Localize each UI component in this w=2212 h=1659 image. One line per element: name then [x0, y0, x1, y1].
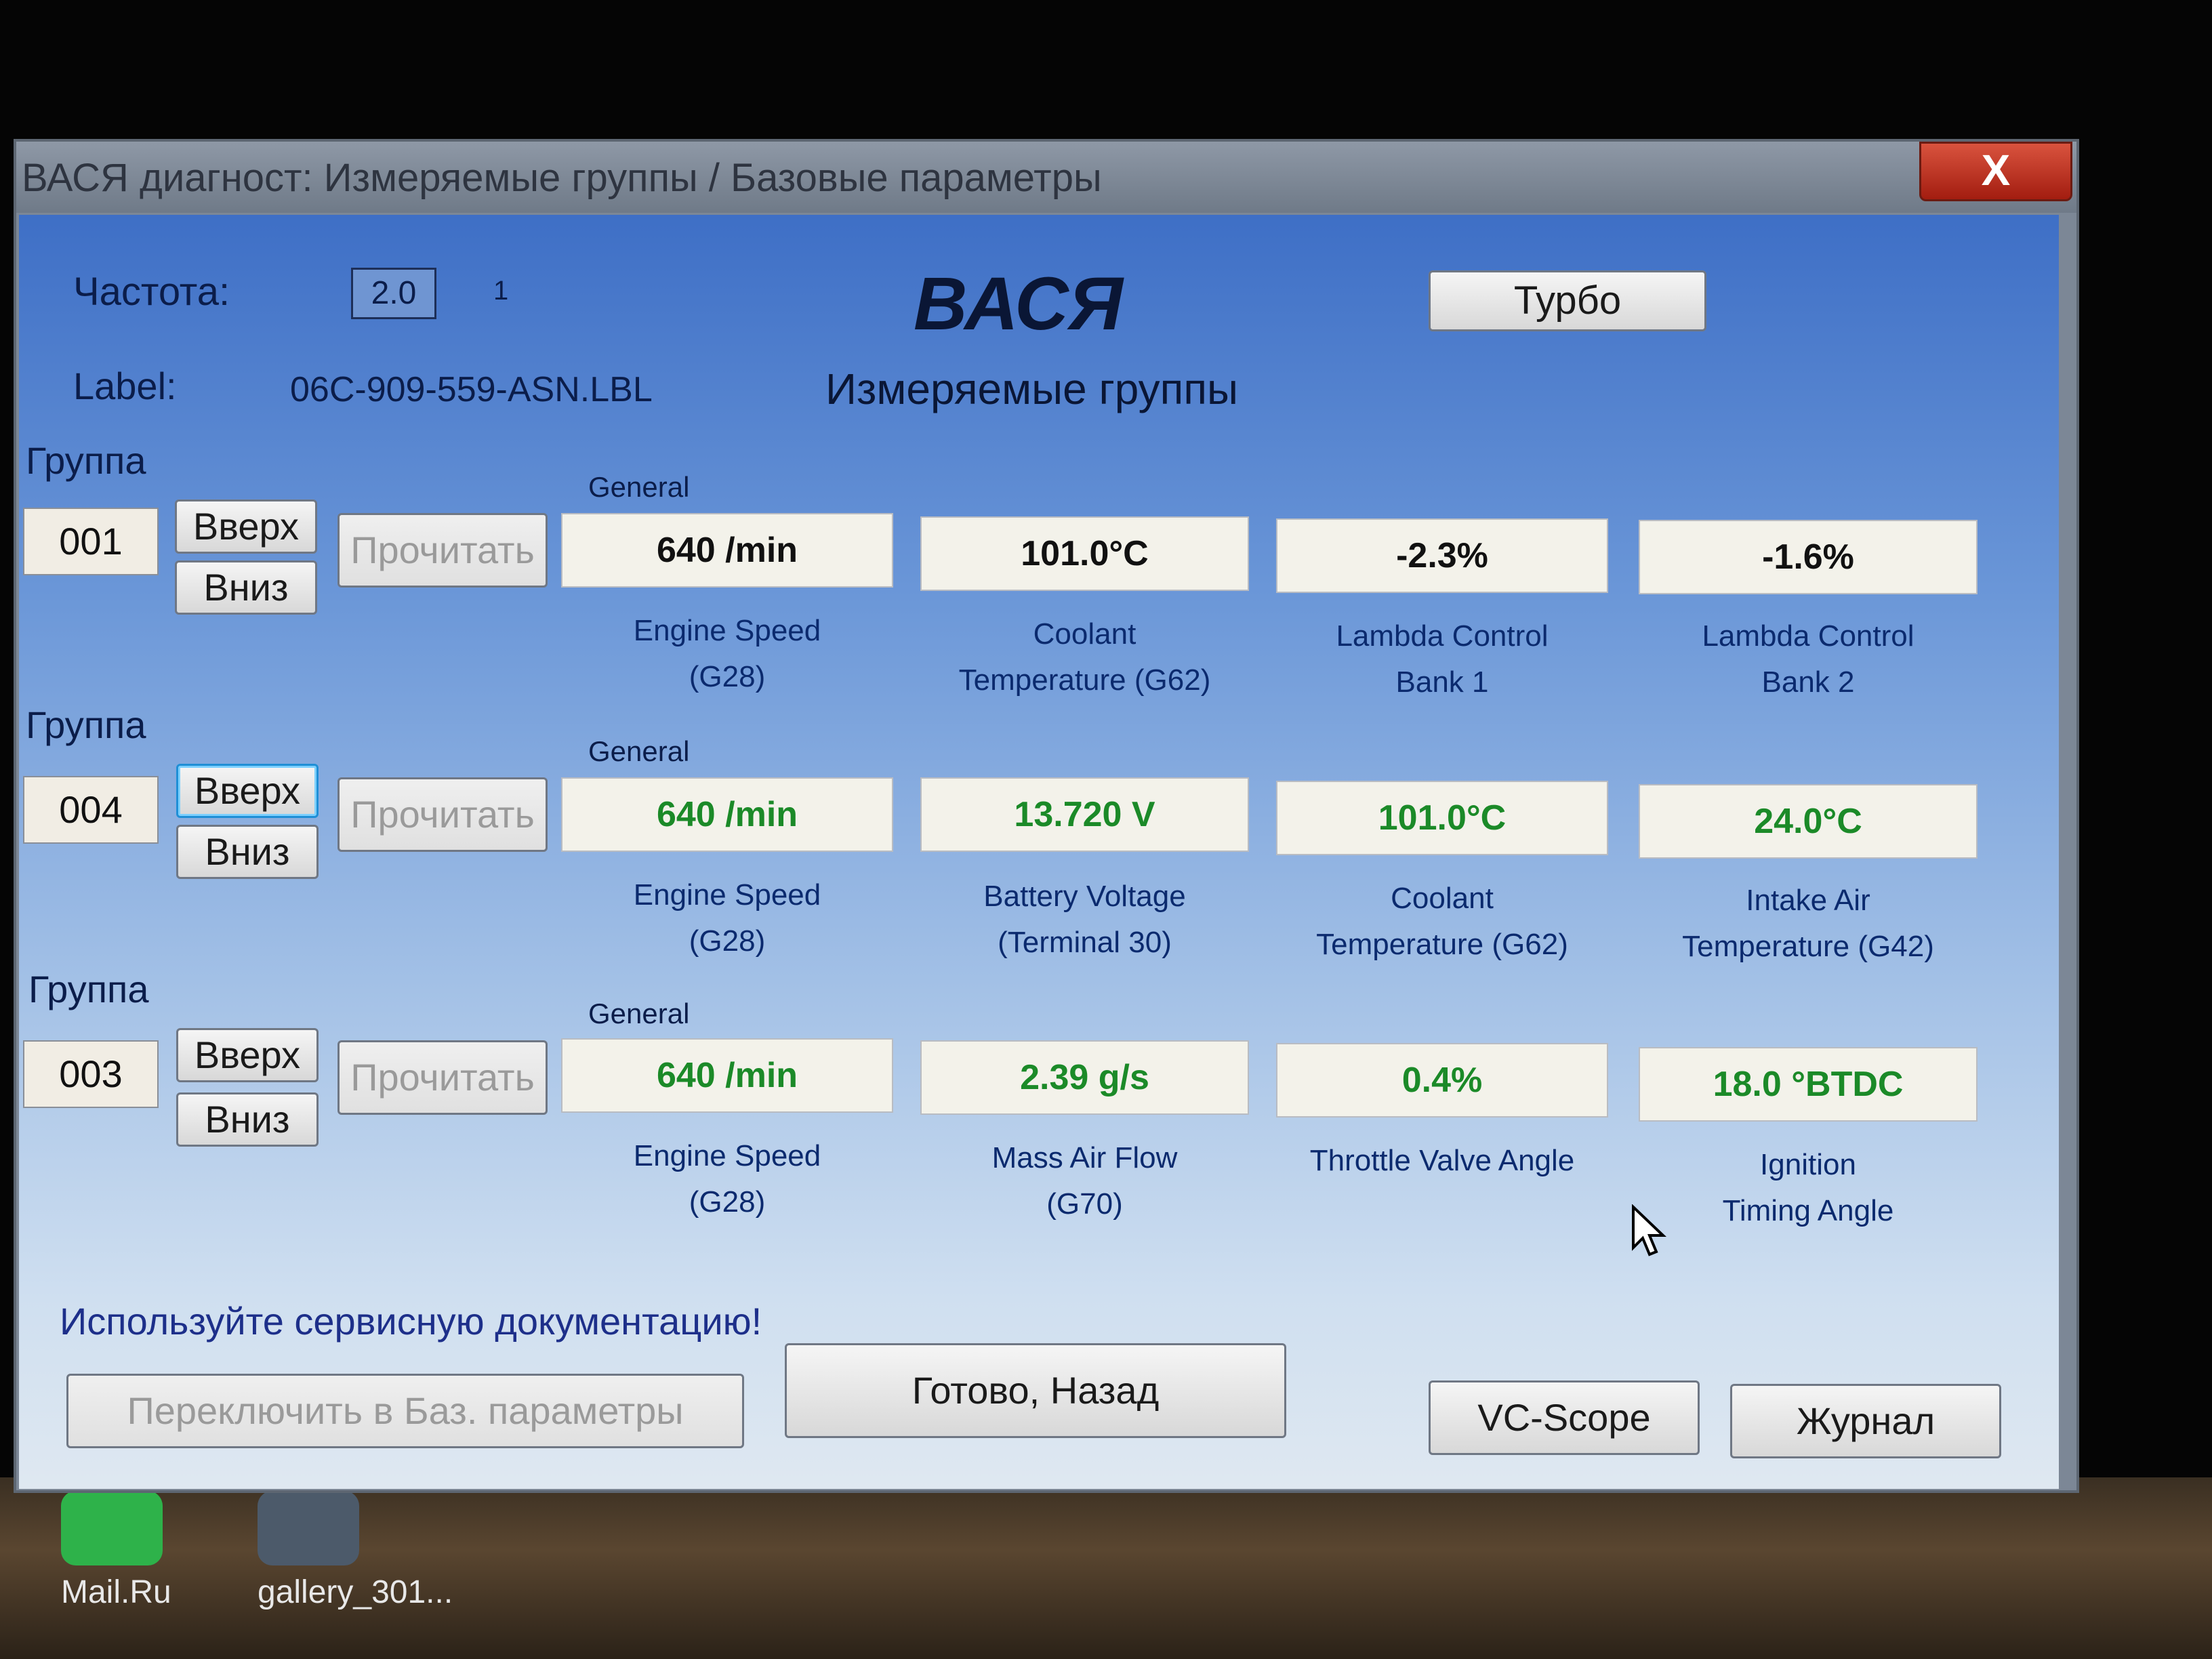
group-up-button[interactable]: Вверх: [176, 764, 319, 818]
measurement-value: 101.0°C: [920, 516, 1249, 591]
app-window: ВАСЯ диагност: Измеряемые группы / Базов…: [14, 139, 2079, 1493]
frequency-label: Частота:: [73, 270, 230, 314]
measurement-description: Ignition Timing Angle: [1722, 1148, 1894, 1227]
measurement-description: Lambda Control Bank 2: [1702, 619, 1914, 699]
label-key: Label:: [73, 365, 177, 407]
page-subtitle: Измеряемые группы: [825, 365, 1238, 413]
client-area: Частота: 2.0 1 Label: 06C-909-559-ASN.LB…: [19, 215, 2059, 1489]
desktop-icon-label: gallery_301...: [258, 1574, 453, 1610]
desktop-background: Mail.Ru gallery_301...: [0, 1477, 2212, 1659]
measurement-value: 24.0°C: [1639, 784, 1978, 859]
measurement-value: 640 /min: [561, 1038, 893, 1113]
switch-basic-params-button[interactable]: Переключить в Баз. параметры: [66, 1374, 744, 1448]
desktop-icon-label: Mail.Ru: [61, 1574, 171, 1610]
measurement-description: Coolant Temperature (G62): [1316, 882, 1568, 961]
done-back-button[interactable]: Готово, Назад: [785, 1343, 1286, 1438]
measurement-description: Battery Voltage (Terminal 30): [983, 880, 1186, 959]
group-down-button[interactable]: Вниз: [176, 825, 319, 879]
group-general-label: General: [588, 735, 690, 767]
journal-button[interactable]: Журнал: [1730, 1384, 2001, 1458]
measurement-description: Engine Speed (G28): [633, 614, 821, 693]
close-button[interactable]: X: [1919, 142, 2072, 201]
image-file-icon: [258, 1491, 359, 1565]
measurement-description: Throttle Valve Angle: [1309, 1144, 1575, 1177]
vc-scope-button[interactable]: VC-Scope: [1429, 1380, 1700, 1455]
measurement-description: Intake Air Temperature (G42): [1682, 884, 1934, 963]
group-up-button[interactable]: Вверх: [175, 499, 317, 554]
title-bar[interactable]: ВАСЯ диагност: Измеряемые группы / Базов…: [16, 142, 2076, 213]
measurement-value: -2.3%: [1276, 518, 1608, 593]
label-file-name: 06C-909-559-ASN.LBL: [290, 370, 653, 409]
close-icon: X: [1981, 146, 2011, 194]
group-number-input[interactable]: 004: [23, 776, 159, 844]
group-title: Группа: [26, 439, 146, 482]
read-button[interactable]: Прочитать: [337, 1040, 548, 1115]
group-number-input[interactable]: 001: [23, 508, 159, 575]
mailru-icon: [61, 1491, 163, 1565]
measurement-value: 640 /min: [561, 513, 893, 588]
group-down-button[interactable]: Вниз: [176, 1092, 319, 1147]
measurement-description: Lambda Control Bank 1: [1336, 619, 1549, 699]
measurement-value: 0.4%: [1276, 1043, 1608, 1118]
group-down-button[interactable]: Вниз: [175, 560, 317, 615]
group-general-label: General: [588, 471, 690, 503]
group-title: Группа: [28, 968, 149, 1010]
turbo-button[interactable]: Турбо: [1429, 270, 1706, 331]
measurement-description: Engine Speed (G28): [633, 878, 821, 958]
group-general-label: General: [588, 998, 690, 1029]
measurement-value: 13.720 V: [920, 777, 1249, 852]
window-title: ВАСЯ диагност: Измеряемые группы / Базов…: [22, 156, 1102, 200]
measurement-description: Mass Air Flow (G70): [991, 1141, 1178, 1221]
group-number-input[interactable]: 003: [23, 1040, 159, 1108]
app-name: ВАСЯ: [914, 262, 1123, 346]
measurement-value: -1.6%: [1639, 520, 1978, 594]
service-docs-hint: Используйте сервисную документацию!: [60, 1300, 762, 1343]
mouse-cursor-icon: [1632, 1204, 1666, 1256]
desktop-icon-mailru[interactable]: Mail.Ru: [61, 1491, 171, 1611]
frequency-value: 2.0: [351, 268, 436, 319]
measurement-value: 101.0°C: [1276, 781, 1608, 855]
frequency-unit: 1: [493, 276, 509, 306]
desktop-icon-gallery[interactable]: gallery_301...: [258, 1491, 453, 1611]
measurement-description: Engine Speed (G28): [633, 1139, 821, 1218]
measurement-value: 18.0 °BTDC: [1639, 1047, 1978, 1122]
group-title: Группа: [26, 703, 146, 746]
read-button[interactable]: Прочитать: [337, 513, 548, 588]
read-button[interactable]: Прочитать: [337, 777, 548, 852]
measurement-value: 2.39 g/s: [920, 1040, 1249, 1115]
group-up-button[interactable]: Вверх: [176, 1028, 319, 1082]
measurement-description: Coolant Temperature (G62): [958, 617, 1211, 697]
measurement-value: 640 /min: [561, 777, 893, 852]
